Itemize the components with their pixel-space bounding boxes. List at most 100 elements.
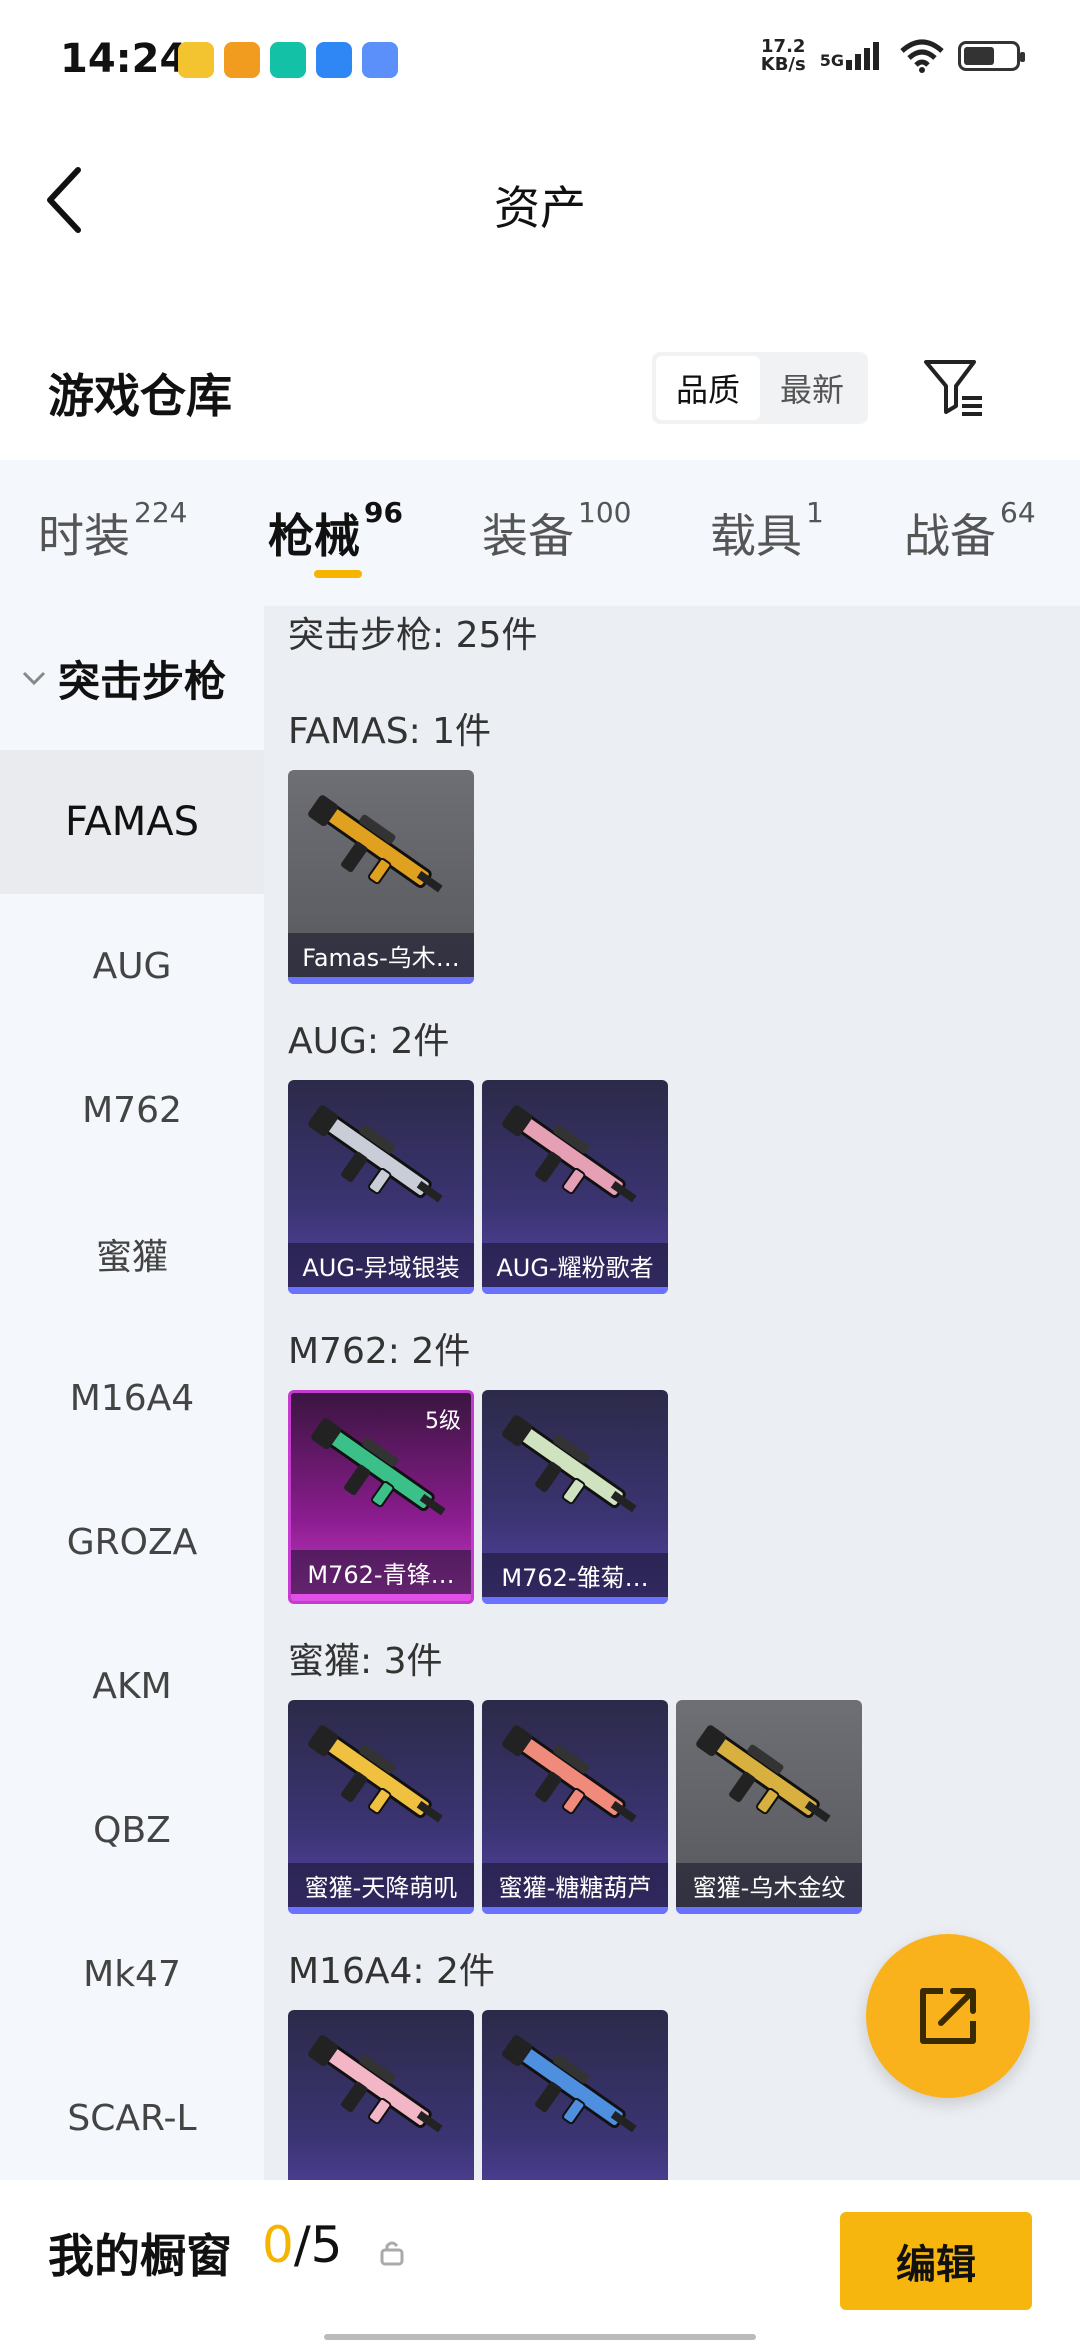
lock-icon: [380, 2241, 404, 2266]
share-icon: [920, 1988, 976, 2044]
notification-app-icon: [270, 42, 306, 78]
speed-unit: KB/s: [760, 54, 806, 75]
level-badge: 5级: [425, 1409, 461, 1434]
warehouse-row: 游戏仓库 品质 最新: [0, 340, 1080, 460]
sidebar-item-aug[interactable]: AUG: [0, 894, 264, 1038]
filter-button[interactable]: [920, 354, 986, 420]
status-bar: 14:24 17.2 KB/s 5G: [0, 0, 1080, 120]
sidebar-item-groza[interactable]: GROZA: [0, 1470, 264, 1614]
item-card[interactable]: 蜜獾-天降萌叽: [288, 1700, 474, 1914]
wifi-icon: [900, 39, 944, 73]
rarity-bar: [676, 1907, 862, 1914]
battery-icon: [958, 41, 1025, 71]
tab-firearms-count: 96: [364, 496, 403, 529]
sidebar-item-famas[interactable]: FAMAS: [0, 750, 264, 894]
rarity-bar: [482, 1907, 668, 1914]
item-card[interactable]: AUG-耀粉歌者: [482, 1080, 668, 1294]
group-label-famas: FAMAS: 1件: [288, 711, 492, 752]
group-label-m16a4: M16A4: 2件: [288, 1951, 495, 1992]
page-title: 资产: [494, 181, 586, 235]
summary-label: 突击步枪: 25件: [288, 615, 538, 656]
item-card[interactable]: [288, 2010, 474, 2180]
rarity-bar: [291, 1594, 471, 1601]
item-name: 蜜獾-糖糖葫芦: [482, 1863, 668, 1907]
network-type: 5G: [819, 51, 844, 70]
rarity-bar: [288, 977, 474, 984]
tab-fashion[interactable]: 时装 224: [38, 496, 187, 566]
item-card[interactable]: 5级 M762-青锋…: [288, 1390, 474, 1604]
sidebar-item-honey-badger[interactable]: 蜜獾: [0, 1182, 264, 1326]
notification-app-icon: [224, 42, 260, 78]
tab-firearms-label: 枪械: [268, 509, 360, 563]
group-label-m762: M762: 2件: [288, 1331, 471, 1372]
rifle-icon: [502, 1105, 637, 1203]
tab-equipment[interactable]: 装备 100: [482, 496, 631, 566]
rarity-bar: [482, 1597, 668, 1604]
tab-equipment-count: 100: [578, 496, 632, 529]
showcase-bar: 我的橱窗 0/5 编辑: [0, 2180, 1080, 2344]
showcase-current: 0: [262, 2216, 294, 2274]
rifle-icon: [308, 2035, 443, 2133]
item-name: M762-青锋…: [291, 1550, 471, 1594]
group-label-aug: AUG: 2件: [288, 1021, 450, 1062]
showcase-total: /5: [293, 2216, 343, 2274]
tab-equipment-label: 装备: [482, 509, 574, 563]
sidebar-item-mk47[interactable]: Mk47: [0, 1902, 264, 2046]
rarity-bar: [288, 1907, 474, 1914]
status-app-icons: [178, 42, 398, 78]
item-name: AUG-耀粉歌者: [482, 1243, 668, 1287]
item-name: 蜜獾-天降萌叽: [288, 1863, 474, 1907]
sidebar-item-m16a4[interactable]: M16A4: [0, 1326, 264, 1470]
item-card[interactable]: M762-雏菊…: [482, 1390, 668, 1604]
network-speed: 17.2 KB/s: [761, 38, 806, 74]
share-button[interactable]: [866, 1934, 1030, 2098]
active-tab-indicator: [314, 570, 362, 578]
notification-app-icon: [316, 42, 352, 78]
sort-latest-button[interactable]: 最新: [760, 356, 864, 420]
sidebar-category-label: 突击步枪: [58, 656, 227, 706]
sidebar-item-akm[interactable]: AKM: [0, 1614, 264, 1758]
rifle-icon: [308, 1725, 443, 1823]
item-card[interactable]: Famas-乌木…: [288, 770, 474, 984]
sidebar-category-assault-rifle[interactable]: 突击步枪: [0, 606, 264, 750]
notification-app-icon: [178, 42, 214, 78]
tab-fashion-count: 224: [134, 496, 188, 529]
tab-vehicles[interactable]: 载具 1: [710, 496, 824, 566]
item-card[interactable]: 蜜獾-乌木金纹: [676, 1700, 862, 1914]
rarity-bar: [288, 1287, 474, 1294]
item-card[interactable]: 蜜獾-糖糖葫芦: [482, 1700, 668, 1914]
tab-vehicles-label: 载具: [710, 509, 802, 563]
notification-app-icon: [362, 42, 398, 78]
warehouse-title: 游戏仓库: [48, 369, 232, 423]
showcase-title: 我的橱窗: [48, 2229, 232, 2283]
sidebar-item-scar-l[interactable]: SCAR-L: [0, 2046, 264, 2180]
status-time: 14:24: [60, 36, 188, 82]
status-indicators: 17.2 KB/s 5G: [761, 38, 1025, 74]
group-label-honey-badger: 蜜獾: 3件: [288, 1641, 443, 1682]
rifle-icon: [502, 2035, 637, 2133]
item-card[interactable]: [482, 2010, 668, 2180]
item-name: Famas-乌木…: [288, 933, 474, 977]
sidebar: 突击步枪 FAMAS AUG M762 蜜獾 M16A4 GROZA AKM Q…: [0, 606, 264, 2180]
chevron-down-icon: [22, 671, 46, 686]
tab-firearms[interactable]: 枪械 96: [268, 496, 403, 566]
rifle-icon: [502, 1725, 637, 1823]
tab-fashion-label: 时装: [38, 509, 130, 563]
tab-vehicles-count: 1: [806, 496, 824, 529]
sidebar-item-m762[interactable]: M762: [0, 1038, 264, 1182]
showcase-count: 0/5: [262, 2216, 342, 2274]
tab-supplies[interactable]: 战备 64: [904, 496, 1036, 566]
rifle-icon: [308, 795, 443, 893]
rarity-bar: [482, 1287, 668, 1294]
header: 资产: [0, 120, 1080, 280]
filter-icon: [924, 360, 982, 416]
home-indicator: [324, 2334, 756, 2340]
edit-button[interactable]: 编辑: [840, 2212, 1032, 2310]
category-tabs: 时装 224 枪械 96 装备 100 载具 1 战备 64: [0, 460, 1080, 606]
item-name: M762-雏菊…: [482, 1553, 668, 1597]
tab-supplies-label: 战备: [904, 509, 996, 563]
sort-quality-button[interactable]: 品质: [656, 356, 760, 420]
sort-toggle: 品质 最新: [652, 352, 868, 424]
item-card[interactable]: AUG-异域银装: [288, 1080, 474, 1294]
sidebar-item-qbz[interactable]: QBZ: [0, 1758, 264, 1902]
